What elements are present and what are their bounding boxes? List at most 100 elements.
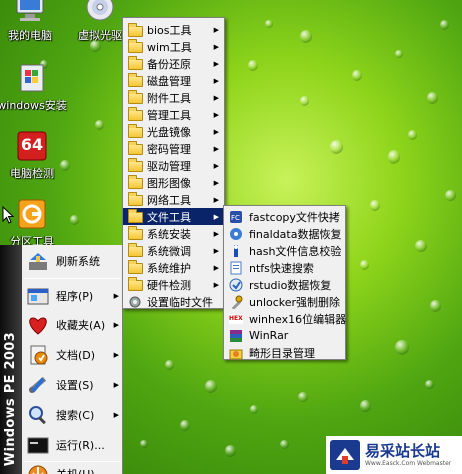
settings-icon bbox=[25, 373, 51, 397]
menu-item-backup-restore[interactable]: 备份还原 ▶ bbox=[123, 55, 224, 72]
menu-item-rstudio[interactable]: rstudio数据恢复 bbox=[224, 276, 345, 293]
submenu-arrow-icon: ▶ bbox=[213, 246, 219, 255]
menu-item-fastcopy[interactable]: FC fastcopy文件快拷 bbox=[224, 208, 345, 225]
refresh-icon bbox=[25, 249, 51, 273]
menu-item-label: 光盘镜像 bbox=[147, 125, 191, 139]
folder-icon bbox=[127, 277, 143, 292]
start-item-refresh-system[interactable]: 刷新系统 bbox=[22, 247, 123, 275]
folder-icon bbox=[127, 260, 143, 275]
menu-item-disk-management[interactable]: 磁盘管理 ▶ bbox=[123, 72, 224, 89]
menu-item-winrar[interactable]: WinRar bbox=[224, 327, 345, 344]
menu-item-unlocker[interactable]: unlocker强制删除 bbox=[224, 293, 345, 310]
start-item-settings[interactable]: 设置(S) ▶ bbox=[22, 370, 123, 400]
start-item-label: 运行(R)... bbox=[56, 439, 105, 452]
folder-open-icon bbox=[127, 209, 143, 224]
menu-item-wim-tools[interactable]: wim工具 ▶ bbox=[123, 38, 224, 55]
desktop-icon-label: 我的电脑 bbox=[8, 29, 52, 42]
start-item-search[interactable]: 搜索(C) ▶ bbox=[22, 400, 123, 430]
submenu-arrow-icon: ▶ bbox=[213, 42, 219, 51]
menu-item-driver-management[interactable]: 驱动管理 ▶ bbox=[123, 157, 224, 174]
menu-item-graphics[interactable]: 图形图像 ▶ bbox=[123, 174, 224, 191]
programs-menu: bios工具 ▶ wim工具 ▶ 备份还原 ▶ 磁盘管理 ▶ 附件工具 ▶ 管理工具 ▶ 光… bbox=[122, 17, 225, 309]
menu-item-network-tools[interactable]: 网络工具 ▶ bbox=[123, 191, 224, 208]
submenu-arrow-icon: ▶ bbox=[213, 229, 219, 238]
menu-item-bios-tools[interactable]: bios工具 ▶ bbox=[123, 22, 224, 38]
start-menu-banner: Windows PE 2003 bbox=[0, 245, 22, 474]
finaldata-icon bbox=[228, 227, 244, 241]
search-icon bbox=[25, 403, 51, 427]
menu-item-label: 磁盘管理 bbox=[147, 74, 191, 88]
partition-tool-icon bbox=[15, 198, 49, 230]
menu-item-hash[interactable]: hash文件信息校验 bbox=[224, 242, 345, 259]
folder-icon bbox=[127, 39, 143, 54]
menu-item-label: 密码管理 bbox=[147, 142, 191, 156]
svg-text:HEX: HEX bbox=[229, 315, 243, 322]
folder-icon bbox=[127, 141, 143, 156]
menu-item-label: winhex16位编辑器 bbox=[249, 312, 347, 326]
start-item-shutdown[interactable]: 关机(U)... bbox=[22, 463, 123, 474]
folder-icon bbox=[127, 56, 143, 71]
menu-item-finaldata[interactable]: finaldata数据恢复 bbox=[224, 225, 345, 242]
site-watermark: 易采站长站 Www.Easck.Com Webmaster bbox=[326, 436, 462, 474]
programs-icon bbox=[25, 284, 51, 308]
menu-item-admin-tools[interactable]: 管理工具 ▶ bbox=[123, 106, 224, 123]
folder-icon bbox=[127, 107, 143, 122]
submenu-arrow-icon: ▶ bbox=[213, 93, 219, 102]
menu-item-system-maintenance[interactable]: 系统维护 ▶ bbox=[123, 259, 224, 276]
start-item-favorites[interactable]: 收藏夹(A) ▶ bbox=[22, 310, 123, 340]
folder-icon bbox=[127, 192, 143, 207]
folder-manager-icon bbox=[228, 346, 244, 360]
folder-icon bbox=[127, 243, 143, 258]
menu-item-winhex[interactable]: HEX winhex16位编辑器 bbox=[224, 310, 347, 327]
folder-icon bbox=[127, 22, 143, 37]
start-item-label: 程序(P) bbox=[56, 290, 94, 303]
menu-item-system-install[interactable]: 系统安装 ▶ bbox=[123, 225, 224, 242]
menu-item-system-tweak[interactable]: 系统微调 ▶ bbox=[123, 242, 224, 259]
menu-item-accessories[interactable]: 附件工具 ▶ bbox=[123, 89, 224, 106]
submenu-arrow-icon: ▶ bbox=[113, 321, 119, 329]
folder-icon bbox=[127, 158, 143, 173]
start-item-label: 设置(S) bbox=[56, 379, 94, 392]
menu-item-label: ntfs快速搜索 bbox=[249, 261, 314, 275]
menu-item-label: 畸形目录管理 bbox=[249, 346, 315, 360]
menu-item-label: 附件工具 bbox=[147, 91, 191, 105]
run-icon bbox=[25, 433, 51, 457]
start-item-programs[interactable]: 程序(P) ▶ bbox=[22, 282, 123, 310]
watermark-title: 易采站长站 bbox=[365, 442, 441, 460]
menu-item-label: unlocker强制删除 bbox=[249, 295, 341, 309]
menu-item-file-tools[interactable]: 文件工具 ▶ bbox=[123, 208, 224, 225]
start-menu-banner-text: Windows PE 2003 bbox=[3, 331, 18, 466]
menu-item-disc-image[interactable]: 光盘镜像 ▶ bbox=[123, 123, 224, 140]
winrar-icon bbox=[228, 329, 244, 343]
menu-item-ntfs-search[interactable]: ntfs快速搜索 bbox=[224, 259, 345, 276]
start-item-run[interactable]: 运行(R)... bbox=[22, 430, 123, 460]
menu-item-set-temp-files[interactable]: 设置临时文件 bbox=[123, 293, 224, 310]
desktop-icon-pc-check[interactable]: 64 电脑检测 bbox=[0, 130, 68, 181]
submenu-arrow-icon: ▶ bbox=[213, 161, 219, 170]
submenu-arrow-icon: ▶ bbox=[213, 195, 219, 204]
folder-icon bbox=[127, 175, 143, 190]
winhex-icon: HEX bbox=[228, 312, 244, 326]
start-item-label: 刷新系统 bbox=[56, 255, 100, 268]
submenu-arrow-icon: ▶ bbox=[213, 110, 219, 119]
desktop-icon-windows-install[interactable]: windows安装 bbox=[0, 62, 68, 113]
menu-item-label: 系统维护 bbox=[147, 261, 191, 275]
settings-gear-icon bbox=[127, 295, 143, 309]
desktop-icon-my-computer[interactable]: 我的电脑 bbox=[0, 0, 66, 43]
start-item-label: 文档(D) bbox=[56, 349, 96, 362]
menu-item-label: 文件工具 bbox=[147, 210, 191, 224]
pc-check-badge: 64 bbox=[20, 135, 44, 154]
start-item-label: 关机(U)... bbox=[56, 466, 105, 474]
menu-item-folder-manager[interactable]: 畸形目录管理 bbox=[224, 344, 345, 361]
menu-item-label: 驱动管理 bbox=[147, 159, 191, 173]
ntfs-search-icon bbox=[228, 261, 244, 275]
start-item-documents[interactable]: 文档(D) ▶ bbox=[22, 340, 123, 370]
menu-item-label: 设置临时文件 bbox=[147, 295, 213, 309]
start-menu-separator bbox=[24, 278, 121, 279]
submenu-arrow-icon: ▶ bbox=[213, 76, 219, 85]
menu-item-hardware-check[interactable]: 硬件检测 ▶ bbox=[123, 276, 224, 293]
menu-item-password-management[interactable]: 密码管理 ▶ bbox=[123, 140, 224, 157]
svg-text:FC: FC bbox=[231, 214, 240, 222]
pc-check-icon: 64 bbox=[15, 130, 49, 162]
hash-icon bbox=[228, 244, 244, 258]
